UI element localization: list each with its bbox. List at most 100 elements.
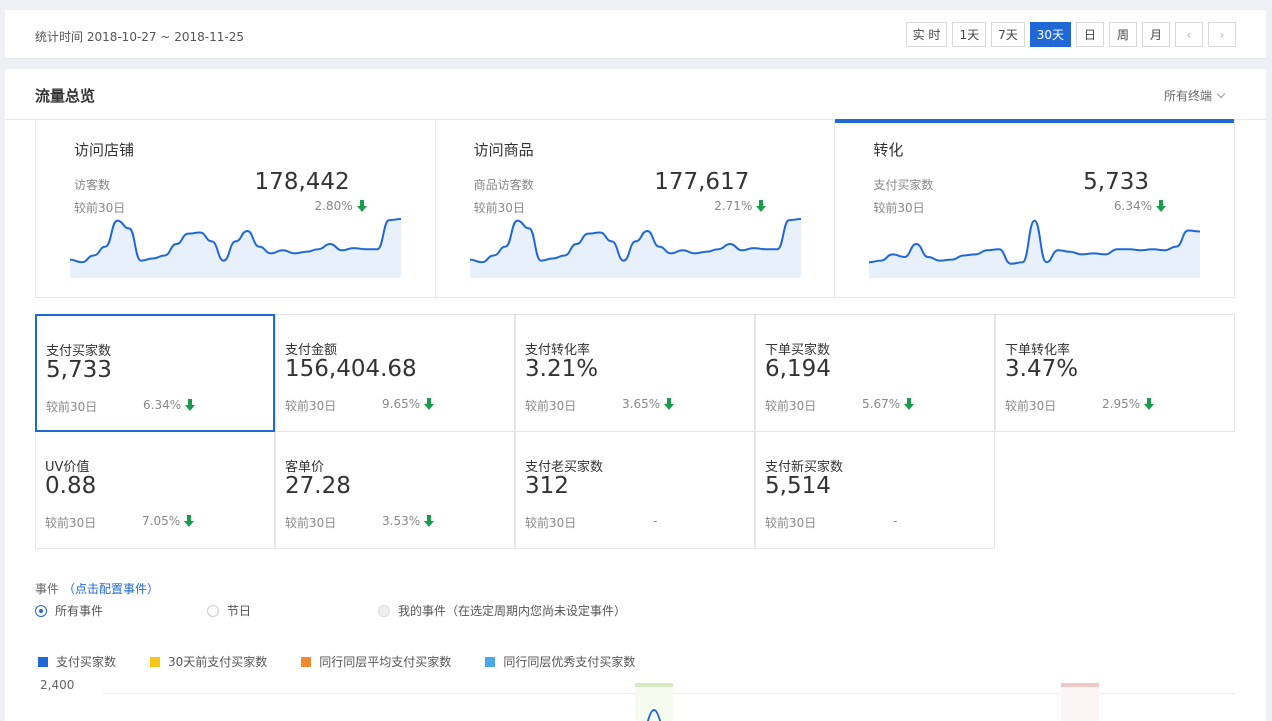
metric-change: 6.34% — [143, 398, 196, 412]
metric-compare: 较前30日 — [765, 516, 817, 530]
metric-change: 9.65% — [382, 397, 435, 411]
funnel-card-change: 6.34% — [1113, 199, 1167, 213]
metric-compare: 较前30日 — [525, 399, 577, 413]
trend-chart: 2,400 — [35, 674, 1235, 721]
metric-compare: 较前30日 — [45, 516, 97, 530]
range-button-week[interactable]: 周 — [1109, 22, 1137, 47]
metric-change: 5.67% — [862, 397, 915, 411]
next-period-button[interactable]: › — [1208, 22, 1236, 47]
legend-swatch — [301, 656, 312, 667]
metric-card-avg-order[interactable]: 客单价 27.28 较前30日 3.53% — [275, 431, 515, 549]
funnel-card-title: 访问店铺 — [74, 141, 135, 159]
radio-all-events[interactable]: 所有事件 — [35, 602, 103, 619]
funnel-card-change: 2.71% — [714, 199, 767, 213]
funnel-card-label: 支付买家数 — [873, 178, 934, 192]
change-percent: 2.71% — [714, 199, 753, 213]
event-filter-radios: 所有事件 节日 我的事件（在选定周期内您尚未设定事件） — [35, 602, 735, 620]
change-percent: 9.65% — [382, 397, 421, 411]
change-percent: 3.53% — [382, 514, 421, 528]
sparkline-chart — [869, 219, 1201, 278]
legend-item[interactable]: 同行同层优秀支付买家数 — [485, 653, 635, 670]
legend-item[interactable]: 30天前支付买家数 — [150, 653, 267, 670]
metric-card-order-buyers[interactable]: 下单买家数 6,194 较前30日 5.67% — [755, 314, 995, 432]
events-title: 事件 （点击配置事件） — [35, 580, 159, 597]
funnel-card-value: 5,733 — [1083, 169, 1150, 195]
metric-change: - — [653, 514, 658, 528]
metric-value: 0.88 — [45, 473, 97, 499]
legend-label: 同行同层平均支付买家数 — [319, 655, 452, 669]
metric-compare: 较前30日 — [1005, 399, 1057, 413]
panel-title: 流量总览 — [35, 87, 96, 105]
radio-unchecked-icon — [207, 604, 219, 617]
range-button-30day[interactable]: 30天 — [1029, 22, 1071, 47]
legend-label: 30天前支付买家数 — [168, 655, 268, 669]
metric-value: 312 — [525, 473, 569, 499]
trend-chart-marks — [635, 683, 1099, 721]
legend-label: 同行同层优秀支付买家数 — [503, 655, 636, 669]
range-button-7day[interactable]: 7天 — [991, 22, 1025, 47]
metric-card-pay-buyers[interactable]: 支付买家数 5,733 较前30日 6.34% — [35, 314, 275, 432]
radio-disabled-icon — [378, 604, 390, 617]
metric-card-old-buyers[interactable]: 支付老买家数 312 较前30日 - — [515, 431, 755, 549]
metric-value: 5,514 — [765, 473, 831, 499]
config-events-link[interactable]: （点击配置事件） — [63, 582, 159, 596]
radio-label: 所有事件 — [55, 604, 104, 618]
metric-change: 3.65% — [622, 397, 675, 411]
radio-label: 我的事件（在选定周期内您尚未设定事件） — [398, 604, 627, 618]
metric-value: 156,404.68 — [285, 356, 417, 382]
funnel-cards: 访问店铺 访客数 178,442 较前30日 2.80% 访问商品 商品访客数 … — [35, 119, 1235, 298]
arrow-down-icon — [1144, 398, 1155, 410]
sparkline-chart — [469, 218, 801, 278]
radio-label: 节日 — [227, 604, 252, 618]
metric-value: 5,733 — [46, 357, 112, 383]
funnel-card-label: 商品访客数 — [473, 178, 534, 192]
arrow-down-icon — [424, 515, 435, 527]
metric-change: 7.05% — [142, 514, 195, 528]
metric-card-pay-conversion[interactable]: 支付转化率 3.21% 较前30日 3.65% — [515, 314, 755, 432]
chevron-down-icon — [1216, 89, 1226, 98]
metric-compare: 较前30日 — [285, 399, 337, 413]
stat-time-label: 统计时间 2018-10-27 ~ 2018-11-25 — [35, 30, 244, 44]
metric-card-new-buyers[interactable]: 支付新买家数 5,514 较前30日 - — [755, 431, 995, 549]
metric-value: 3.21% — [525, 356, 599, 382]
metric-compare: 较前30日 — [285, 516, 337, 530]
radio-checked-icon — [35, 604, 47, 617]
arrow-down-icon — [184, 515, 195, 527]
legend-swatch — [485, 656, 496, 667]
metric-compare: 较前30日 — [765, 399, 817, 413]
arrow-down-icon — [756, 200, 767, 212]
metric-card-order-conversion[interactable]: 下单转化率 3.47% 较前30日 2.95% — [995, 314, 1235, 432]
event-band — [1061, 687, 1099, 721]
change-percent: 2.80% — [314, 199, 353, 213]
legend-item[interactable]: 支付买家数 — [38, 653, 116, 670]
funnel-card-store-visit[interactable]: 访问店铺 访客数 178,442 较前30日 2.80% — [36, 119, 436, 297]
arrow-down-icon — [356, 200, 367, 212]
arrow-down-icon — [185, 399, 196, 411]
metric-change: - — [893, 514, 898, 528]
funnel-card-conversion[interactable]: 转化 支付买家数 5,733 较前30日 6.34% — [835, 119, 1234, 297]
metric-card-uv-value[interactable]: UV价值 0.88 较前30日 7.05% — [35, 431, 275, 549]
change-percent: 5.67% — [862, 397, 901, 411]
event-band — [635, 687, 673, 721]
metric-card-pay-amount[interactable]: 支付金额 156,404.68 较前30日 9.65% — [275, 314, 515, 432]
arrow-down-icon — [664, 398, 675, 410]
range-button-realtime[interactable]: 实 时 — [905, 22, 948, 47]
change-percent: 6.34% — [143, 398, 182, 412]
arrow-down-icon — [904, 398, 915, 410]
radio-holidays[interactable]: 节日 — [207, 602, 251, 619]
terminal-select[interactable]: 所有终端 — [1164, 87, 1226, 104]
legend-item[interactable]: 同行同层平均支付买家数 — [301, 653, 451, 670]
prev-period-button[interactable]: ‹ — [1175, 22, 1203, 47]
sparkline-chart — [70, 218, 401, 278]
events-label: 事件 — [35, 582, 60, 596]
funnel-card-label: 访客数 — [74, 178, 111, 192]
range-button-1day[interactable]: 1天 — [952, 22, 987, 47]
chevron-right-icon: › — [1219, 27, 1225, 42]
legend-swatch — [150, 656, 161, 667]
funnel-card-product-visit[interactable]: 访问商品 商品访客数 177,617 较前30日 2.71% — [436, 119, 836, 297]
legend-swatch — [38, 656, 48, 667]
range-button-day[interactable]: 日 — [1076, 22, 1104, 47]
change-percent: 6.34% — [1113, 199, 1153, 213]
funnel-card-title: 转化 — [873, 141, 904, 159]
range-button-month[interactable]: 月 — [1142, 22, 1170, 47]
